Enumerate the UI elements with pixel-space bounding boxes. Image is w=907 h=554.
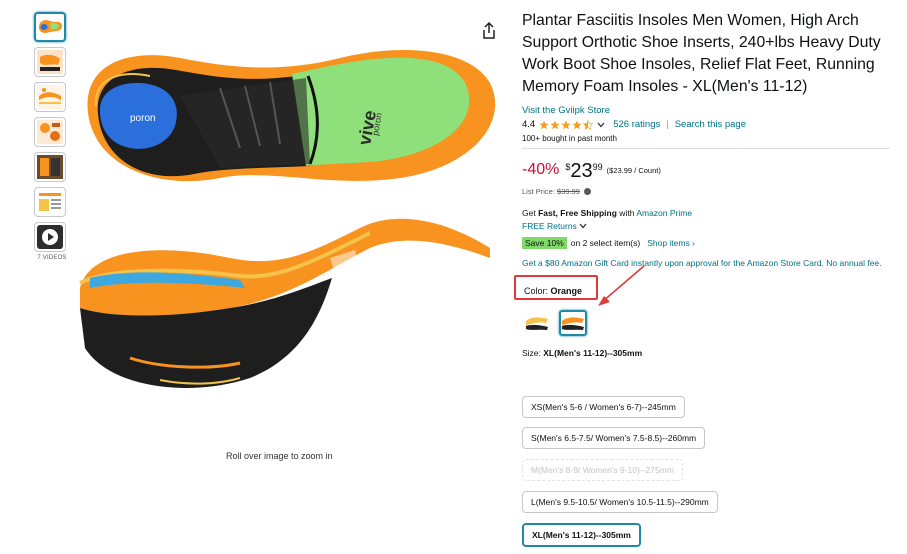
rating-row: 4.4 526 ratings | Search this page xyxy=(522,119,894,130)
color-label-prefix: Color: xyxy=(524,286,551,296)
shipping-row: Get Fast, Free Shipping with Amazon Prim… xyxy=(522,208,894,218)
size-option-xl-row: XL(Men's 11-12)--305mm xyxy=(522,523,641,547)
search-page-link[interactable]: Search this page xyxy=(675,119,746,130)
promo-text: on 2 select item(s) xyxy=(570,238,641,248)
thumbnail-1[interactable] xyxy=(34,12,66,42)
thumbnail-strip: 7 VIDEOS xyxy=(34,12,70,261)
thumbnail-4[interactable] xyxy=(34,117,66,147)
size-option-l[interactable]: L(Men's 9.5-10.5/ Women's 10.5-11.5)--29… xyxy=(522,491,718,513)
share-icon[interactable] xyxy=(481,22,497,40)
returns-label: FREE Returns xyxy=(522,221,577,231)
price-whole: 23 xyxy=(570,160,593,182)
color-label: Color: Orange xyxy=(524,286,582,296)
visit-store-link[interactable]: Visit the Gviipk Store xyxy=(522,105,894,116)
size-option-xl[interactable]: XL(Men's 11-12)--305mm xyxy=(522,523,641,547)
color-value: Orange xyxy=(550,286,583,296)
size-label-prefix: Size: xyxy=(522,348,544,358)
divider xyxy=(522,148,890,149)
star-full-icon xyxy=(572,120,582,129)
size-option-l-row: L(Men's 9.5-10.5/ Women's 10.5-11.5)--29… xyxy=(522,491,718,513)
size-value: XL(Men's 11-12)--305mm xyxy=(543,348,643,358)
heel-logo-text: poron xyxy=(130,113,156,124)
thumbnail-2[interactable] xyxy=(34,47,66,77)
videos-count-label: 7 VIDEOS xyxy=(37,255,67,261)
product-info-panel: Plantar Fasciitis Insoles Men Women, Hig… xyxy=(514,10,894,358)
insole-infographic-thumb-icon xyxy=(37,120,63,144)
prime-link[interactable]: Amazon Prime xyxy=(636,208,692,218)
insole-thumb-icon xyxy=(39,20,62,33)
thumbnail-6[interactable] xyxy=(34,187,66,217)
thumbnail-5[interactable] xyxy=(34,152,66,182)
product-main-image[interactable]: poron poron vive xyxy=(70,18,510,428)
rating-value: 4.4 xyxy=(522,119,536,130)
size-option-xs[interactable]: XS(Men's 5-6 / Women's 6-7)--245mm xyxy=(522,396,685,418)
discount-percent: -40% xyxy=(522,161,560,178)
size-option-m-row: M(Men's 8-9/ Women's 9-10)--275mm xyxy=(522,459,683,481)
unit-price: ($23.99 / Count) xyxy=(606,166,661,175)
product-title: Plantar Fasciitis Insoles Men Women, Hig… xyxy=(522,12,881,95)
play-video-icon xyxy=(37,225,63,249)
shipping-bold: Fast, Free Shipping xyxy=(538,208,617,218)
chevron-down-icon xyxy=(579,223,587,229)
thumbnail-3[interactable] xyxy=(34,82,66,112)
star-rating[interactable] xyxy=(539,119,594,130)
price-row: -40% $ 23 99 ($23.99 / Count) xyxy=(522,161,894,181)
color-swatch-option-1[interactable] xyxy=(523,310,551,336)
insole-sizes-thumb-icon xyxy=(37,190,63,214)
insole-features-thumb-icon xyxy=(37,50,63,74)
promo-row: Save 10% on 2 select item(s) Shop items … xyxy=(522,237,894,249)
red-arrow-icon xyxy=(598,265,645,306)
shipping-prefix: Get xyxy=(522,208,539,218)
free-returns-link[interactable]: FREE Returns xyxy=(522,221,894,231)
color-swatch-orange[interactable] xyxy=(559,310,587,336)
bought-count: 100+ bought in past month xyxy=(522,134,617,143)
size-label-row: Size: XL(Men's 11-12)--305mm xyxy=(522,348,894,358)
insole-layers-thumb-icon xyxy=(37,85,63,109)
color-selector: Color: Orange xyxy=(514,265,894,306)
shop-items-link[interactable]: Shop items › xyxy=(647,238,695,248)
size-option-s-row: S(Men's 6.5-7.5/ Women's 7.5-8.5)--260mm xyxy=(522,427,706,449)
chevron-down-icon[interactable] xyxy=(597,122,605,128)
list-price-label: List Price: xyxy=(522,187,555,196)
info-icon[interactable] xyxy=(584,188,592,195)
ratings-count-link[interactable]: 526 ratings xyxy=(613,119,660,130)
shipping-with: with xyxy=(616,208,637,218)
size-option-m[interactable]: M(Men's 8-9/ Women's 9-10)--275mm xyxy=(522,459,683,481)
giftcard-offer-link[interactable]: Get a $80 Amazon Gift Card instantly upo… xyxy=(522,257,882,269)
size-option-xs-row: XS(Men's 5-6 / Women's 6-7)--245mm xyxy=(522,396,685,418)
insole-swatch-icon xyxy=(562,317,584,330)
save-badge: Save 10% xyxy=(522,237,567,249)
color-swatches xyxy=(523,310,894,336)
zoom-hint-text: Roll over image to zoom in xyxy=(226,451,333,461)
size-option-s[interactable]: S(Men's 6.5-7.5/ Women's 7.5-8.5)--260mm xyxy=(522,427,706,449)
thumbnail-video[interactable] xyxy=(34,222,66,252)
star-full-icon xyxy=(561,120,571,129)
insole-swatch-icon xyxy=(526,317,548,330)
insole-usage-thumb-icon xyxy=(37,155,63,179)
list-price-row: List Price: $39.99 xyxy=(522,187,894,196)
star-full-icon xyxy=(550,120,560,129)
star-half-icon xyxy=(583,119,594,130)
star-full-icon xyxy=(539,120,549,129)
list-price-value: $39.99 xyxy=(557,187,580,196)
price-fraction: 99 xyxy=(592,162,603,172)
separator: | xyxy=(666,119,669,130)
